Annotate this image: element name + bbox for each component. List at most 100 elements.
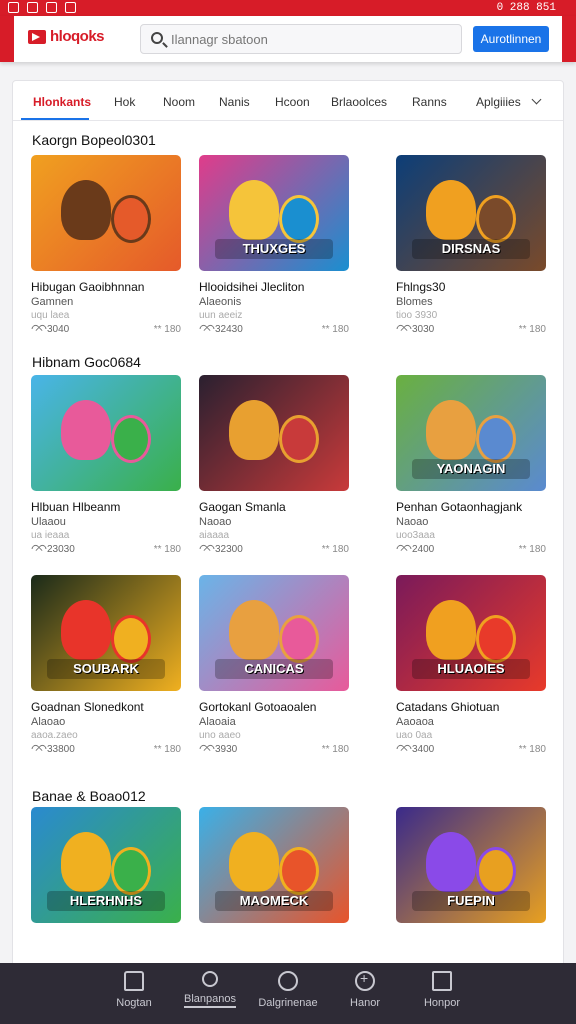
game-title[interactable]: Gaogan Smanla xyxy=(199,500,349,514)
like-count: 3930 xyxy=(215,744,238,755)
nav-item-search[interactable]: Blanpanos xyxy=(165,971,255,1008)
card-footer: 32300 ** 180 xyxy=(199,544,349,558)
game-thumbnail[interactable]: YAONAGIN xyxy=(396,375,546,491)
box-icon xyxy=(432,971,452,991)
tab-5[interactable]: Brlaoolces xyxy=(331,95,387,109)
rating: ** 180 xyxy=(321,324,349,335)
game-card[interactable]: HLUAOIES Catadans Ghiotuan Aaoaoa uao 0aa 34… xyxy=(396,575,546,758)
heart-icon[interactable] xyxy=(201,546,211,555)
header-action-button[interactable]: Aurotlinnen xyxy=(473,26,549,52)
rating: ** 180 xyxy=(153,744,181,755)
game-card[interactable]: Hlbuan Hlbeanm Ulaaou ua ieaaa 23030 ** 180 xyxy=(31,375,181,558)
card-footer: 33800 ** 180 xyxy=(31,744,181,758)
like-count: 3400 xyxy=(412,744,435,755)
game-thumbnail[interactable]: THUXGES xyxy=(199,155,349,271)
game-card[interactable]: MAOMECK xyxy=(199,807,349,923)
game-genre: Blomes xyxy=(396,296,433,308)
game-thumbnail[interactable]: FUEPIN xyxy=(396,807,546,923)
game-card[interactable]: DIRSNAS Fhlngs30 Blomes tioo 3930 3030 ** 180 xyxy=(396,155,546,338)
nav-label: Honpor xyxy=(423,997,461,1009)
game-meta: uoo3aaa xyxy=(396,530,435,541)
search-input[interactable] xyxy=(171,29,451,49)
search-icon xyxy=(202,971,218,987)
game-logo-text: HLERHNHS xyxy=(47,891,165,911)
like-count: 3040 xyxy=(47,324,70,335)
game-title[interactable]: Hibugan Gaoibhnnan xyxy=(31,280,181,294)
character-art xyxy=(279,615,319,663)
heart-icon[interactable] xyxy=(201,746,211,755)
game-thumbnail[interactable] xyxy=(31,375,181,491)
game-card[interactable]: THUXGES Hlooidsihei Jlecliton Alaeonis uun … xyxy=(199,155,349,338)
game-thumbnail[interactable]: DIRSNAS xyxy=(396,155,546,271)
game-title[interactable]: Goadnan Slonedkont xyxy=(31,700,181,714)
compass-icon xyxy=(278,971,298,991)
game-meta: aaoa.zaeo xyxy=(31,730,78,741)
game-genre: Gamnen xyxy=(31,296,74,308)
tab-3[interactable]: Nanis xyxy=(219,95,250,109)
heart-icon[interactable] xyxy=(398,746,408,755)
game-thumbnail[interactable]: SOUBARK xyxy=(31,575,181,691)
game-card[interactable]: CANICAS Gortokanl Gotoaoalen Alaoaia uno aa… xyxy=(199,575,349,758)
tab-6[interactable]: Ranns xyxy=(412,95,447,109)
game-logo-text: HLUAOIES xyxy=(412,659,530,679)
game-thumbnail[interactable]: HLERHNHS xyxy=(31,807,181,923)
card-footer: 3030 ** 180 xyxy=(396,324,546,338)
character-art xyxy=(111,195,151,243)
character-art xyxy=(61,832,111,892)
game-thumbnail[interactable]: CANICAS xyxy=(199,575,349,691)
game-card[interactable]: Hibugan Gaoibhnnan Gamnen uqu laea 3040 ** 1… xyxy=(31,155,181,338)
heart-icon[interactable] xyxy=(33,546,43,555)
heart-icon[interactable] xyxy=(33,746,43,755)
character-art xyxy=(229,600,279,660)
game-card[interactable]: FUEPIN xyxy=(396,807,546,923)
game-title[interactable]: Gortokanl Gotoaoalen xyxy=(199,700,349,714)
rating: ** 180 xyxy=(518,744,546,755)
tab-2[interactable]: Noom xyxy=(163,95,195,109)
tab-7[interactable]: Aplgiiies xyxy=(476,95,521,109)
character-art xyxy=(229,832,279,892)
status-bar: 0 288 851 xyxy=(0,0,576,16)
heart-icon[interactable] xyxy=(201,326,211,335)
character-art xyxy=(111,615,151,663)
game-title[interactable]: Hlbuan Hlbeanm xyxy=(31,500,181,514)
logo[interactable]: hloqoks xyxy=(28,28,105,45)
game-logo-text: MAOMECK xyxy=(215,891,333,911)
game-meta: uao 0aa xyxy=(396,730,433,741)
card-footer: 23030 ** 180 xyxy=(31,544,181,558)
game-genre: Alaeonis xyxy=(199,296,242,308)
chevron-down-icon[interactable] xyxy=(531,94,542,105)
game-card[interactable]: Gaogan Smanla Naoao aiaaaa 32300 ** 180 xyxy=(199,375,349,558)
heart-icon[interactable] xyxy=(398,546,408,555)
section-title: Kaorgn Bopeol0301 xyxy=(32,132,156,148)
game-thumbnail[interactable] xyxy=(31,155,181,271)
game-card[interactable]: SOUBARK Goadnan Slonedkont Alaoao aaoa.zaeo… xyxy=(31,575,181,758)
bottom-navigation: Nogtan Blanpanos Dalgrinenae Hanor Honpo… xyxy=(0,963,576,1024)
nav-item-profile[interactable]: Honpor xyxy=(397,971,487,1009)
character-art xyxy=(229,180,279,240)
game-title[interactable]: Fhlngs30 xyxy=(396,280,546,294)
game-thumbnail[interactable]: HLUAOIES xyxy=(396,575,546,691)
status-time: 0 288 851 xyxy=(496,2,556,14)
like-count: 33800 xyxy=(47,744,75,755)
game-title[interactable]: Penhan Gotaonhagjank xyxy=(396,500,546,514)
character-art xyxy=(476,615,516,663)
rating: ** 180 xyxy=(518,324,546,335)
search-bar[interactable] xyxy=(140,24,462,54)
game-title[interactable]: Hlooidsihei Jlecliton xyxy=(199,280,349,294)
game-logo-text: CANICAS xyxy=(215,659,333,679)
active-tab-indicator xyxy=(21,118,89,120)
plus-circle-icon xyxy=(355,970,375,991)
game-meta: ua ieaaa xyxy=(31,530,70,541)
tab-4[interactable]: Hcoon xyxy=(275,95,310,109)
game-title[interactable]: Catadans Ghiotuan xyxy=(396,700,546,714)
game-thumbnail[interactable] xyxy=(199,375,349,491)
tab-1[interactable]: Hok xyxy=(114,95,135,109)
game-thumbnail[interactable]: MAOMECK xyxy=(199,807,349,923)
game-logo-text: YAONAGIN xyxy=(412,459,530,479)
game-card[interactable]: HLERHNHS xyxy=(31,807,181,923)
heart-icon[interactable] xyxy=(398,326,408,335)
heart-icon[interactable] xyxy=(33,326,43,335)
game-card[interactable]: YAONAGIN Penhan Gotaonhagjank Naoao uoo3aaa… xyxy=(396,375,546,558)
tab-0[interactable]: Hlonkants xyxy=(33,95,91,109)
card-footer: 3040 ** 180 xyxy=(31,324,181,338)
